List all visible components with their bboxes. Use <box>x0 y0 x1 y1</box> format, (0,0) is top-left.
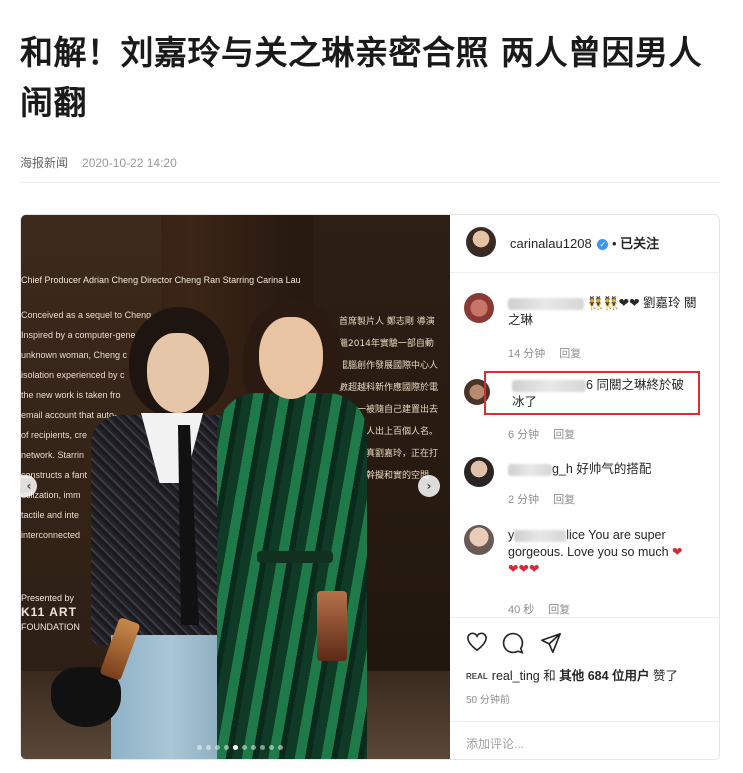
liker-username[interactable]: real_ting <box>492 669 540 683</box>
comment-time: 40 秒 <box>508 604 535 616</box>
slide-dot[interactable] <box>206 745 211 750</box>
reply-button[interactable]: 回复 <box>559 348 581 360</box>
slide-dot[interactable] <box>197 745 202 750</box>
reply-button[interactable]: 回复 <box>553 494 575 506</box>
blurred-username <box>508 297 584 310</box>
slide-dot[interactable] <box>233 745 238 750</box>
person-2-face <box>259 317 323 399</box>
real-badge: REAL <box>466 672 488 682</box>
bottle-2 <box>317 591 347 661</box>
highlight-box <box>484 371 700 415</box>
commenter-avatar[interactable] <box>464 457 494 487</box>
follow-status-button[interactable]: 已关注 <box>620 236 659 251</box>
comment-meta: 40 秒 回复 <box>508 601 570 617</box>
comment-meta: 14 分钟 回复 <box>508 345 581 361</box>
person-1-face <box>147 333 209 413</box>
heart-icon: ❤ <box>672 545 683 559</box>
comment-time: 6 分钟 <box>508 429 540 441</box>
slide-dots <box>197 745 283 750</box>
article-date: 2020-10-22 14:20 <box>82 156 177 170</box>
reply-button[interactable]: 回复 <box>553 429 575 441</box>
divider <box>20 182 720 183</box>
reply-button[interactable]: 回复 <box>548 604 570 616</box>
slide-dot[interactable] <box>278 745 283 750</box>
comment-text: y lice You are super gorgeous. Love you s… <box>508 527 708 578</box>
slide-dot[interactable] <box>242 745 247 750</box>
post-user: carinalau1208 ✓ • 已关注 <box>510 233 659 252</box>
commenter-avatar[interactable] <box>464 293 494 323</box>
verified-icon: ✓ <box>597 239 609 251</box>
username-suffix: g_h <box>552 462 573 476</box>
blurred-username <box>514 529 567 542</box>
add-comment-field[interactable]: 添加评论... <box>450 721 719 759</box>
add-comment-placeholder: 添加评论... <box>466 737 525 751</box>
comment-icon[interactable] <box>502 632 524 654</box>
commenter-avatar[interactable] <box>464 525 494 555</box>
slide-dot[interactable] <box>251 745 256 750</box>
comment-text: 👯👯❤❤ 劉嘉玲 關之琳 <box>508 295 708 329</box>
likes-line: REAL real_ting 和 其他 684 位用户 赞了 <box>466 665 678 684</box>
foundation: FOUNDATION <box>21 622 80 632</box>
slide-dot[interactable] <box>269 745 274 750</box>
post-photo[interactable]: Chief Producer Adrian Cheng Director Che… <box>21 215 450 759</box>
slide-dot[interactable] <box>260 745 265 750</box>
heart-icon[interactable] <box>466 632 488 652</box>
next-slide-button[interactable]: › <box>418 475 440 497</box>
comment-meta: 6 分钟 回复 <box>508 426 575 442</box>
wall-cn-header: 首席製片人 鄭志剛 導演 <box>339 317 435 327</box>
dot-separator: • <box>611 236 617 251</box>
instagram-embed: Chief Producer Adrian Cheng Director Che… <box>20 214 720 760</box>
k11-name: K11 ART <box>21 605 77 619</box>
person-2-belt <box>257 551 333 563</box>
article-title: 和解！刘嘉玲与关之琳亲密合照 两人曾因男人闹翻 <box>20 33 702 122</box>
user-avatar[interactable] <box>466 227 496 257</box>
likes-suffix: 赞了 <box>653 669 679 683</box>
comment-body: 好帅气的搭配 <box>576 462 652 476</box>
comment-text: g_h 好帅气的搭配 <box>508 461 708 478</box>
post-header: carinalau1208 ✓ • 已关注 <box>450 215 719 273</box>
comment-emoji: 👯👯❤❤ <box>587 296 640 310</box>
comment-meta: 2 分钟 回复 <box>508 491 575 507</box>
k11-logo: Presented by K11 ART FOUNDATION <box>21 591 80 634</box>
slide-dot[interactable] <box>215 745 220 750</box>
post-time: 50 分钟前 <box>466 695 510 706</box>
share-icon[interactable] <box>540 632 562 654</box>
comment-time: 2 分钟 <box>508 494 540 506</box>
action-bar <box>450 617 719 657</box>
likes-and: 和 <box>543 669 556 683</box>
article-source[interactable]: 海报新闻 <box>20 156 68 170</box>
wall-credits: Chief Producer Adrian Cheng Director Che… <box>21 275 301 285</box>
likes-others[interactable]: 其他 684 位用户 <box>559 669 649 683</box>
hearts-row: ❤❤❤ <box>508 562 540 576</box>
blurred-username <box>508 463 552 476</box>
slide-dot[interactable] <box>224 745 229 750</box>
person-2-dress <box>217 393 367 759</box>
username-link[interactable]: carinalau1208 <box>510 236 592 251</box>
presented-by: Presented by <box>21 593 75 603</box>
username-suffix: lice <box>566 528 586 542</box>
comments-panel: carinalau1208 ✓ • 已关注 👯👯❤❤ 劉嘉玲 關之琳 14 分钟… <box>450 215 719 759</box>
article-meta: 海报新闻 2020-10-22 14:20 <box>20 154 177 171</box>
comment-time: 14 分钟 <box>508 348 546 360</box>
